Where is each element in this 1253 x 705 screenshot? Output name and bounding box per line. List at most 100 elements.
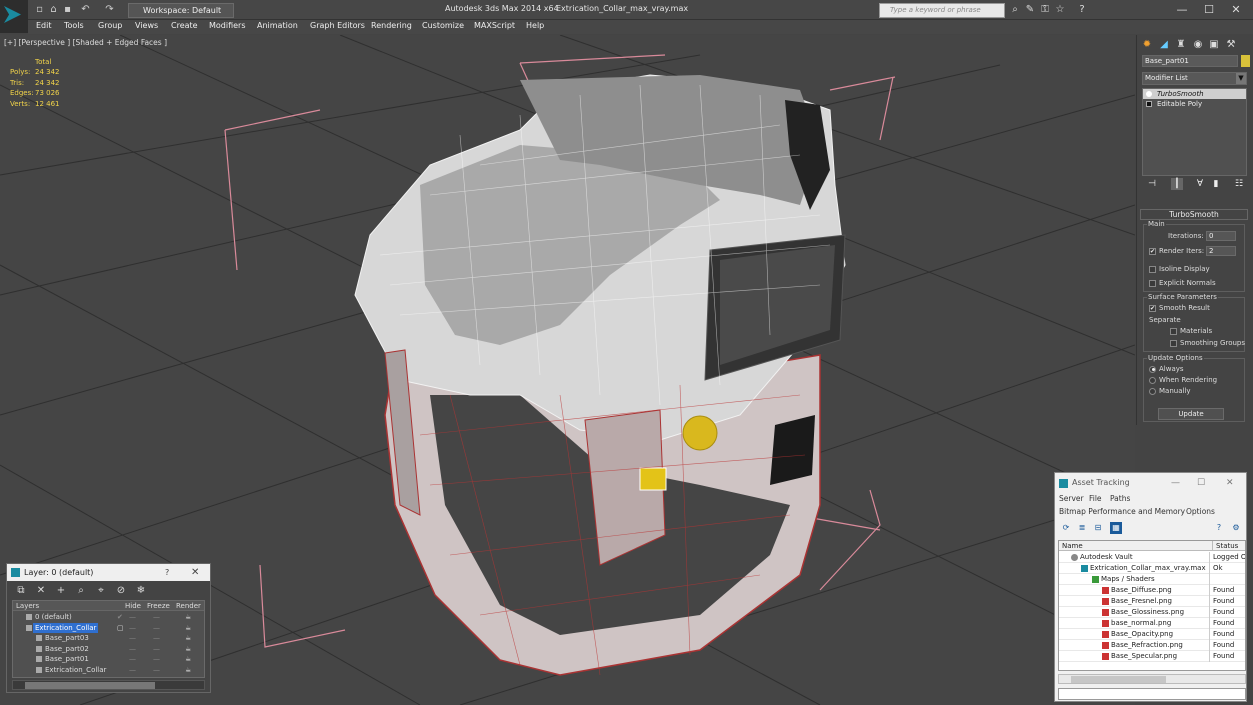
asset-row[interactable]: Base_Diffuse.png Found: [1059, 585, 1245, 596]
column-layers[interactable]: Layers: [16, 601, 39, 611]
redo-icon[interactable]: ↷: [104, 4, 115, 15]
freeze-toggle[interactable]: —: [153, 612, 160, 622]
asset-row[interactable]: Base_Opacity.png Found: [1059, 629, 1245, 640]
layer-object-row[interactable]: Extrication_Collar — — ☕: [13, 665, 204, 676]
smooth-result-checkbox[interactable]: ✔: [1149, 304, 1156, 312]
active-box-icon[interactable]: ▢: [117, 623, 124, 633]
minimize-button[interactable]: —: [1172, 2, 1192, 17]
freeze-toggle[interactable]: —: [153, 623, 160, 633]
render-teapot-icon[interactable]: ☕: [185, 665, 191, 675]
show-end-result-icon[interactable]: ┃: [1171, 178, 1183, 190]
render-iters-checkbox[interactable]: ✔: [1149, 247, 1156, 255]
menu-file[interactable]: File: [1089, 494, 1102, 503]
always-row[interactable]: Always: [1149, 365, 1184, 373]
make-unique-icon[interactable]: ∀: [1194, 178, 1206, 190]
app-logo[interactable]: [0, 0, 28, 33]
menu-edit[interactable]: Edit: [36, 21, 52, 30]
menu-create[interactable]: Create: [171, 21, 198, 30]
render-teapot-icon[interactable]: ☕: [185, 644, 191, 654]
render-teapot-icon[interactable]: ☕: [185, 623, 191, 633]
turbosmooth-rollout-header[interactable]: TurboSmooth: [1140, 209, 1248, 220]
favorites-star-icon[interactable]: ☆: [1054, 4, 1066, 16]
motion-tab-icon[interactable]: ◉: [1191, 38, 1205, 51]
layer-horizontal-scrollbar[interactable]: [12, 680, 205, 690]
column-freeze[interactable]: Freeze: [147, 601, 170, 611]
scrollbar-thumb[interactable]: [1071, 676, 1166, 683]
render-iters-spinner[interactable]: 2: [1206, 246, 1236, 256]
create-layer-icon[interactable]: ⧉: [15, 585, 27, 597]
render-iters-row[interactable]: ✔ Render Iters:: [1149, 247, 1204, 255]
save-icon[interactable]: ▪: [62, 4, 73, 15]
object-name-field[interactable]: Base_part01: [1142, 55, 1238, 67]
open-file-icon[interactable]: ⌂: [48, 4, 59, 15]
column-render[interactable]: Render: [176, 601, 201, 611]
hide-toggle[interactable]: —: [129, 644, 136, 654]
smoothing-groups-checkbox[interactable]: [1170, 339, 1177, 347]
isoline-display-row[interactable]: Isoline Display: [1149, 265, 1210, 273]
stack-item-turbosmooth[interactable]: TurboSmooth: [1143, 89, 1246, 99]
modifier-list-dropdown[interactable]: Modifier List ▼: [1142, 72, 1247, 85]
when-rendering-radio[interactable]: [1149, 376, 1156, 384]
freeze-toggle[interactable]: —: [153, 644, 160, 654]
close-icon[interactable]: ✕: [191, 564, 199, 581]
menu-customize[interactable]: Customize: [422, 21, 464, 30]
pin-stack-icon[interactable]: ⊣: [1146, 178, 1158, 190]
list-view-icon[interactable]: ≣: [1076, 522, 1088, 534]
menu-views[interactable]: Views: [135, 21, 158, 30]
render-teapot-icon[interactable]: ☕: [185, 633, 191, 643]
subscription-icon[interactable]: ⚿: [1039, 4, 1051, 16]
explicit-normals-checkbox[interactable]: [1149, 279, 1156, 287]
configure-modifier-sets-icon[interactable]: ☷: [1233, 178, 1245, 190]
materials-row[interactable]: Materials: [1170, 327, 1212, 335]
communication-icon[interactable]: ✎: [1024, 4, 1036, 16]
maximize-button[interactable]: ☐: [1197, 473, 1205, 493]
menu-server[interactable]: Server: [1059, 494, 1084, 503]
column-hide[interactable]: Hide: [125, 601, 141, 611]
layer-window-title-bar[interactable]: Layer: 0 (default) ? ✕: [7, 564, 210, 581]
menu-rendering[interactable]: Rendering: [371, 21, 412, 30]
display-tab-icon[interactable]: ▣: [1207, 38, 1221, 51]
table-view-icon[interactable]: ⊟: [1092, 522, 1104, 534]
refresh-icon[interactable]: ⟳: [1060, 522, 1072, 534]
minimize-button[interactable]: —: [1171, 473, 1180, 493]
search-input[interactable]: Type a keyword or phrase: [879, 3, 1005, 18]
hide-toggle[interactable]: —: [129, 612, 136, 622]
select-objects-icon[interactable]: ⌕: [75, 585, 87, 597]
menu-paths[interactable]: Paths: [1110, 494, 1130, 503]
smooth-result-row[interactable]: ✔ Smooth Result: [1149, 304, 1210, 312]
asset-row[interactable]: Maps / Shaders: [1059, 574, 1245, 585]
manually-row[interactable]: Manually: [1149, 387, 1191, 395]
iterations-spinner[interactable]: 0: [1206, 231, 1236, 241]
smoothing-groups-row[interactable]: Smoothing Groups: [1170, 339, 1245, 347]
render-teapot-icon[interactable]: ☕: [185, 612, 191, 622]
menu-tools[interactable]: Tools: [64, 21, 84, 30]
render-teapot-icon[interactable]: ☕: [185, 654, 191, 664]
delete-layer-icon[interactable]: ✕: [35, 585, 47, 597]
help-icon[interactable]: ?: [1076, 4, 1088, 16]
close-button[interactable]: ✕: [1226, 473, 1234, 493]
asset-row[interactable]: Autodesk Vault Logged O: [1059, 552, 1245, 563]
layer-row[interactable]: Extrication_Collar ▢ — — ☕: [13, 622, 204, 634]
remove-modifier-icon[interactable]: ▮: [1210, 178, 1222, 190]
select-layer-icon[interactable]: ⌖: [95, 585, 107, 597]
menu-modifiers[interactable]: Modifiers: [209, 21, 246, 30]
scrollbar-thumb[interactable]: [25, 682, 155, 689]
layer-object-row[interactable]: Base_part01 — — ☕: [13, 654, 204, 665]
hide-toggle[interactable]: —: [129, 654, 136, 664]
asset-row[interactable]: Extrication_Collar_max_vray.max Ok: [1059, 563, 1245, 574]
menu-help[interactable]: Help: [526, 21, 544, 30]
extrication-collar-model[interactable]: [354, 74, 846, 676]
asset-horizontal-scrollbar[interactable]: [1058, 674, 1246, 684]
object-color-swatch[interactable]: [1241, 55, 1250, 67]
help-icon[interactable]: ?: [1213, 522, 1225, 534]
freeze-toggle[interactable]: —: [153, 665, 160, 675]
menu-bitmap-performance[interactable]: Bitmap Performance and Memory: [1059, 507, 1185, 516]
stack-item-editable-poly[interactable]: Editable Poly: [1143, 99, 1246, 109]
when-rendering-row[interactable]: When Rendering: [1149, 376, 1217, 384]
hide-toggle[interactable]: —: [129, 633, 136, 643]
add-to-layer-icon[interactable]: +: [55, 585, 67, 597]
materials-checkbox[interactable]: [1170, 327, 1177, 335]
asset-row[interactable]: Base_Fresnel.png Found: [1059, 596, 1245, 607]
maximize-button[interactable]: ☐: [1199, 2, 1219, 17]
help-button[interactable]: ?: [165, 564, 169, 581]
